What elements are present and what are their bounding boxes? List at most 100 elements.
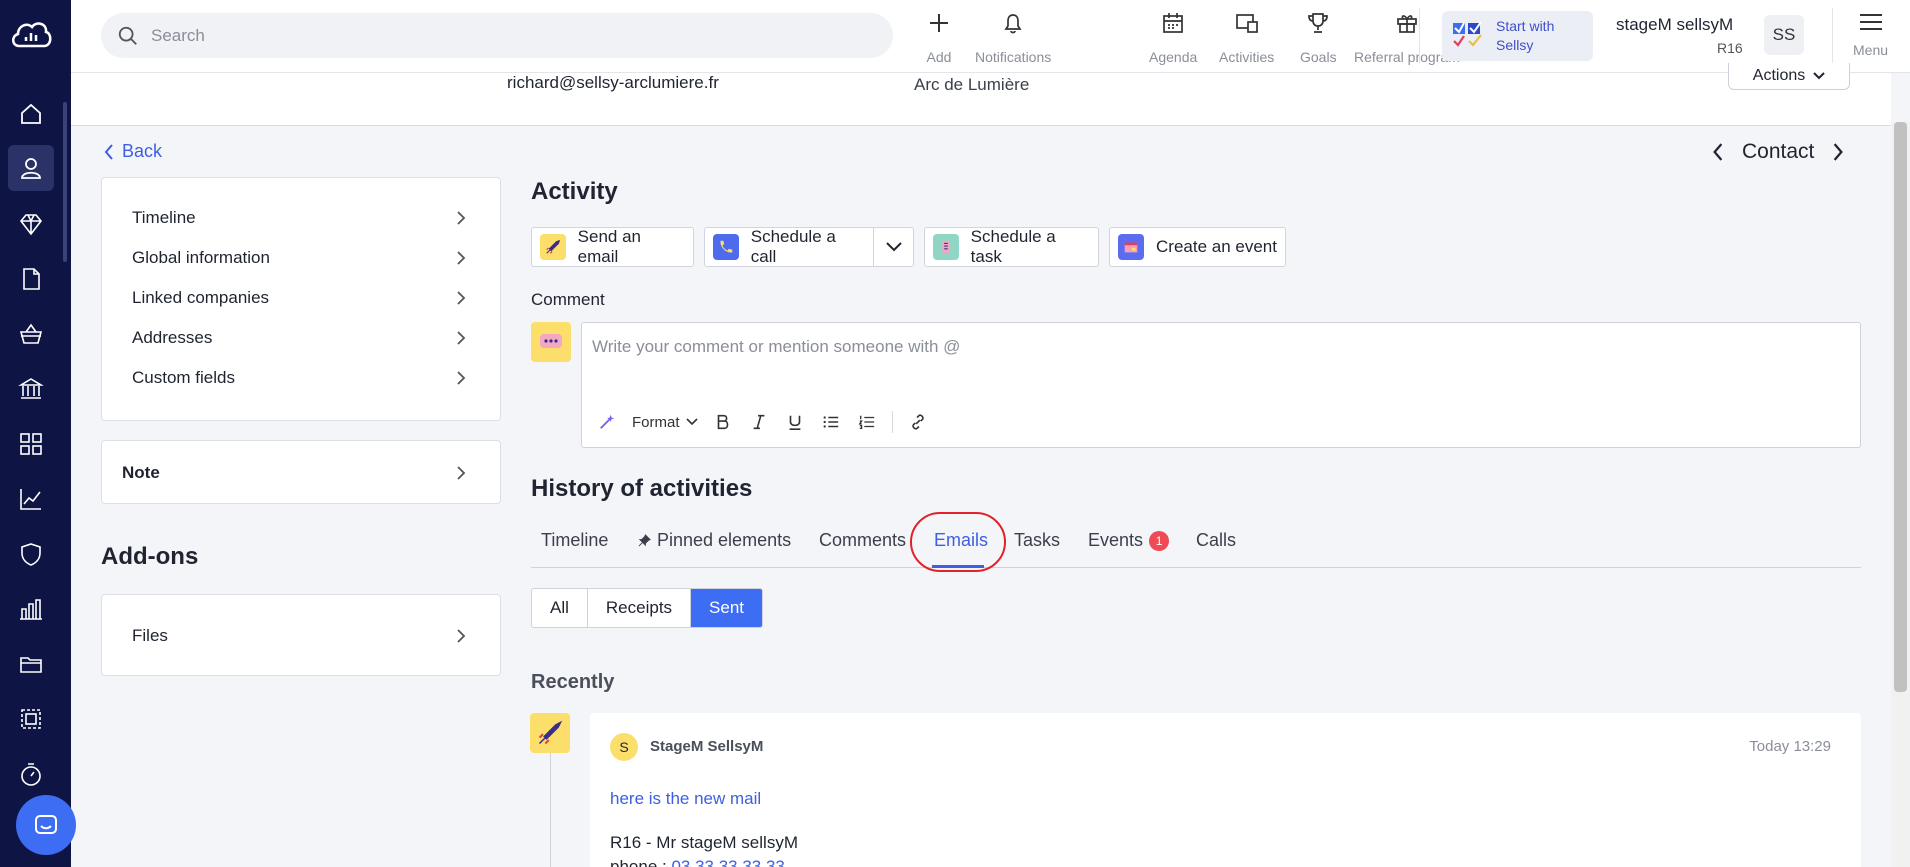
contact-header-strip: richard@sellsy-arclumiere.fr Arc de Lumi… xyxy=(71,63,1891,126)
contacts-icon[interactable] xyxy=(8,145,54,191)
goals-label: Goals xyxy=(1300,49,1337,65)
sellsy-cloud-logo-icon[interactable] xyxy=(9,18,53,50)
start-with-sellsy-card[interactable]: Start with Sellsy xyxy=(1442,11,1593,61)
search-bar[interactable] xyxy=(101,13,893,58)
contact-email[interactable]: richard@sellsy-arclumiere.fr xyxy=(507,73,719,93)
note-card[interactable]: Note xyxy=(101,440,501,504)
rocket-icon xyxy=(540,234,566,260)
filter-all-button[interactable]: All xyxy=(532,589,588,627)
back-label: Back xyxy=(122,141,163,161)
comment-input[interactable] xyxy=(592,337,1842,377)
phone-link[interactable]: 03 33 33 33 33 xyxy=(671,857,784,867)
topbar-divider xyxy=(1832,8,1833,64)
filter-receipts-button[interactable]: Receipts xyxy=(588,589,692,627)
email-subject-link[interactable]: here is the new mail xyxy=(610,789,761,809)
magic-wand-icon[interactable] xyxy=(596,411,618,433)
files-row[interactable]: Files xyxy=(102,616,500,656)
sidebar-item-timeline[interactable]: Timeline xyxy=(102,198,500,238)
create-event-label: Create an event xyxy=(1156,237,1277,256)
tab-comments[interactable]: Comments xyxy=(819,530,906,551)
format-label: Format xyxy=(632,413,680,431)
files-card[interactable]: Files xyxy=(101,594,501,676)
create-event-button[interactable]: Create an event xyxy=(1109,227,1286,267)
contact-company[interactable]: Arc de Lumière xyxy=(914,75,1029,95)
shield-icon[interactable] xyxy=(8,531,54,577)
tab-label: Calls xyxy=(1196,530,1237,550)
sidebar-item-linked-companies[interactable]: Linked companies xyxy=(102,278,500,318)
calendar-icon xyxy=(1163,13,1183,33)
chevron-right-icon xyxy=(457,629,466,643)
menu-button[interactable]: Menu xyxy=(1853,12,1888,58)
email-filter-group: All Receipts Sent xyxy=(531,588,764,628)
chevron-down-icon xyxy=(885,242,902,252)
sidebar-item-addresses[interactable]: Addresses xyxy=(102,318,500,358)
italic-icon[interactable] xyxy=(748,411,770,433)
activities-button[interactable]: Activities xyxy=(1219,10,1274,65)
add-button[interactable]: Add xyxy=(926,10,952,65)
tab-timeline[interactable]: Timeline xyxy=(541,530,608,551)
send-email-button[interactable]: Send an email xyxy=(531,227,694,267)
next-contact-icon[interactable] xyxy=(1832,143,1844,161)
link-icon[interactable] xyxy=(907,411,929,433)
trend-icon[interactable] xyxy=(8,476,54,522)
sidebar-item-custom-fields[interactable]: Custom fields xyxy=(102,358,500,398)
bold-icon[interactable] xyxy=(712,411,734,433)
sidebar-item-label: Linked companies xyxy=(132,288,270,307)
email-rocket-icon xyxy=(530,713,570,753)
format-dropdown[interactable]: Format xyxy=(632,414,698,431)
home-icon[interactable] xyxy=(8,91,54,137)
tab-events[interactable]: Events 1 xyxy=(1088,530,1170,551)
basket-icon[interactable] xyxy=(8,311,54,357)
bar-chart-icon[interactable] xyxy=(8,586,54,632)
event-icon xyxy=(1118,234,1144,260)
underline-icon[interactable] xyxy=(784,411,806,433)
user-name[interactable]: stageM sellsyM xyxy=(1616,15,1733,35)
document-icon[interactable] xyxy=(8,256,54,302)
sidebar-item-label: Custom fields xyxy=(132,368,235,387)
tab-tasks[interactable]: Tasks xyxy=(1014,530,1060,551)
numbered-list-icon[interactable] xyxy=(856,411,878,433)
gem-icon[interactable] xyxy=(8,201,54,247)
tab-calls[interactable]: Calls xyxy=(1196,530,1236,551)
user-avatar[interactable]: SS xyxy=(1764,15,1804,55)
chevron-left-icon xyxy=(104,143,113,160)
tab-pinned-elements[interactable]: Pinned elements xyxy=(638,530,791,551)
email-body-line: R16 - Mr stageM sellsyM xyxy=(610,833,798,852)
chevron-right-icon xyxy=(457,466,466,480)
sidebar-item-global-information[interactable]: Global information xyxy=(102,238,500,278)
filter-sent-button[interactable]: Sent xyxy=(691,589,763,627)
note-row[interactable]: Note xyxy=(102,453,500,493)
back-link[interactable]: Back xyxy=(104,141,162,162)
user-subtitle: R16 xyxy=(1717,40,1743,56)
search-input[interactable] xyxy=(151,25,851,46)
chat-support-button[interactable] xyxy=(16,795,76,855)
search-icon xyxy=(118,26,137,45)
toolbar-separator xyxy=(891,411,893,433)
previous-contact-icon[interactable] xyxy=(1712,143,1724,161)
goals-button[interactable]: Goals xyxy=(1300,10,1337,65)
schedule-call-button[interactable]: Schedule a call xyxy=(704,227,874,267)
activities-label: Activities xyxy=(1219,49,1275,65)
history-heading: History of activities xyxy=(531,475,753,502)
page-scrollbar[interactable] xyxy=(1891,122,1910,867)
notifications-button[interactable]: Notifications xyxy=(975,10,1051,65)
actions-dropdown-button[interactable]: Actions xyxy=(1728,63,1850,90)
bank-icon[interactable] xyxy=(8,366,54,412)
schedule-call-dropdown[interactable] xyxy=(873,227,914,267)
activity-heading: Activity xyxy=(531,178,618,205)
tab-label: Tasks xyxy=(1014,530,1061,550)
agenda-button[interactable]: Agenda xyxy=(1149,10,1197,65)
chevron-down-icon xyxy=(685,418,698,426)
nav-scrollbar[interactable] xyxy=(63,102,67,262)
apps-icon[interactable] xyxy=(8,421,54,467)
timer-icon[interactable] xyxy=(8,751,54,797)
page-scrollbar-thumb[interactable] xyxy=(1894,122,1907,692)
phone-icon xyxy=(713,234,739,260)
agenda-label: Agenda xyxy=(1149,49,1198,65)
schedule-task-button[interactable]: Schedule a task xyxy=(924,227,1099,267)
stamp-icon[interactable] xyxy=(8,696,54,742)
plus-icon xyxy=(930,14,948,32)
email-activity-card[interactable]: S StageM SellsyM Today 13:29 here is the… xyxy=(590,713,1861,867)
bullet-list-icon[interactable] xyxy=(820,411,842,433)
folder-icon[interactable] xyxy=(8,641,54,687)
